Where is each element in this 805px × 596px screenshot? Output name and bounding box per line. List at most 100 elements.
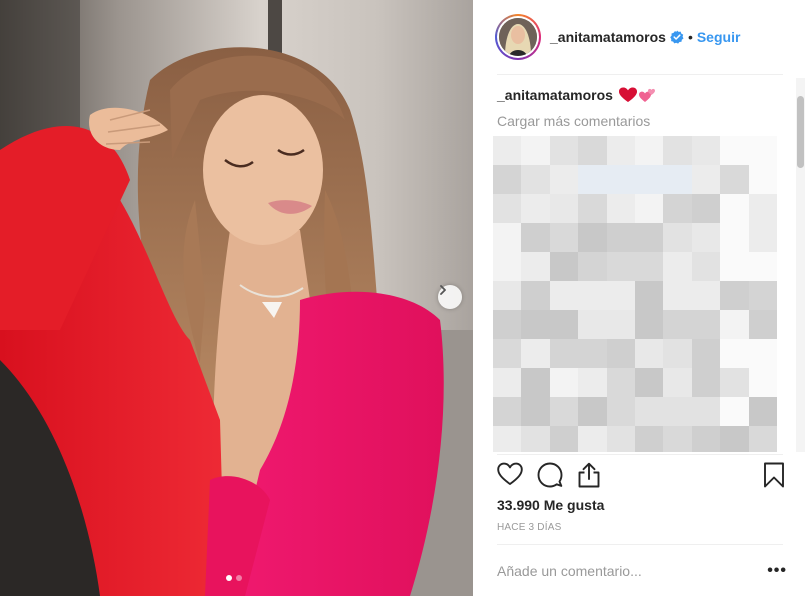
post-photo[interactable]: [0, 0, 473, 596]
pixel-tile: [493, 426, 522, 452]
pixel-tile: [748, 165, 777, 194]
pixel-tile: [549, 426, 579, 452]
caption-username[interactable]: _anitamatamoros: [497, 87, 613, 103]
avatar: [499, 18, 537, 56]
carousel-next-button[interactable]: [438, 285, 462, 309]
pixel-tile: [578, 368, 607, 397]
pixel-tile: [663, 310, 692, 339]
pixel-tile: [663, 252, 692, 281]
pixel-tile: [634, 339, 664, 368]
avatar-image: [499, 18, 537, 56]
pixel-tile: [748, 310, 777, 339]
red-heart-icon: [618, 87, 637, 102]
pixel-tile: [634, 368, 664, 397]
post-side-panel: _anitamatamoros • Seguir _anitamatamoros…: [473, 0, 805, 596]
pixel-tile: [634, 397, 664, 426]
pixel-tile: [549, 281, 579, 310]
pixel-tile: [549, 339, 579, 368]
scrollbar-thumb[interactable]: [797, 96, 804, 168]
load-more-comments-button[interactable]: Cargar más comentarios: [497, 113, 650, 129]
pixel-tile: [720, 339, 749, 368]
pixel-tile: [606, 281, 635, 310]
pixel-tile: [691, 339, 721, 368]
pixel-tile: [663, 281, 692, 310]
pixel-tile: [748, 252, 777, 281]
add-comment-row: •••: [497, 562, 787, 580]
heart-outline-icon: [497, 462, 523, 485]
likes-count[interactable]: 33.990 Me gusta: [497, 497, 604, 513]
pixel-tile: [748, 223, 777, 252]
pixel-tile: [521, 223, 550, 252]
more-options-button[interactable]: •••: [767, 563, 787, 579]
share-button[interactable]: [577, 462, 601, 493]
pixel-tile: [691, 194, 721, 223]
pixel-tile: [493, 194, 522, 223]
pixel-tile: [549, 368, 579, 397]
comments-scrollbar[interactable]: [796, 78, 805, 452]
pixel-tile: [521, 310, 550, 339]
pixel-tile: [634, 310, 664, 339]
pixel-tile: [578, 397, 607, 426]
pixel-tile: [521, 281, 550, 310]
pixel-tile: [493, 252, 522, 281]
pixel-tile: [521, 339, 550, 368]
pixel-tile: [606, 223, 635, 252]
pixel-tile: [578, 136, 607, 165]
pixel-tile: [634, 281, 664, 310]
pixel-tile: [549, 252, 579, 281]
pixel-tile: [748, 368, 777, 397]
pixel-tile: [493, 165, 522, 194]
post-timestamp[interactable]: HACE 3 DÍAS: [497, 522, 561, 533]
pixel-tile: [634, 136, 664, 165]
pixel-tile: [720, 426, 749, 452]
pixel-tile: [521, 368, 550, 397]
pixel-tile: [748, 397, 777, 426]
pixel-tile: [663, 194, 692, 223]
pixel-tile: [549, 223, 579, 252]
pixel-tile: [691, 252, 721, 281]
add-comment-input[interactable]: [497, 563, 747, 579]
pixel-tile: [691, 223, 721, 252]
share-upload-icon: [578, 462, 600, 488]
pixel-tile: [748, 136, 777, 165]
pixel-tile: [549, 136, 579, 165]
pixel-tile: [663, 339, 692, 368]
pixelated-comments: [493, 136, 777, 452]
verified-badge-icon: [670, 30, 684, 44]
like-button[interactable]: [497, 462, 523, 491]
pixel-tile: [521, 136, 550, 165]
header-divider: [497, 74, 783, 75]
pixel-tile: [493, 223, 522, 252]
pixel-tile: [606, 165, 635, 194]
carousel-dot: [236, 575, 242, 581]
comment-button[interactable]: [537, 462, 563, 493]
pixel-tile: [521, 426, 550, 452]
pixel-tile: [493, 397, 522, 426]
pixel-tile: [606, 252, 635, 281]
follow-button[interactable]: Seguir: [697, 29, 741, 45]
pixel-tile: [748, 194, 777, 223]
pixel-tile: [720, 165, 749, 194]
bookmark-icon: [764, 462, 784, 488]
pixel-tile: [691, 426, 721, 452]
pixel-tile: [634, 252, 664, 281]
save-button[interactable]: [763, 462, 785, 493]
carousel-dot-active: [226, 575, 232, 581]
pixel-tile: [663, 165, 692, 194]
chevron-right-icon: [440, 285, 446, 295]
pixel-tile: [521, 252, 550, 281]
pixel-tile: [663, 136, 692, 165]
pixel-tile: [578, 165, 607, 194]
pixel-tile: [521, 397, 550, 426]
pixel-tile: [549, 310, 579, 339]
pixel-tile: [691, 397, 721, 426]
avatar-story-ring[interactable]: [495, 14, 541, 60]
speech-bubble-icon: [537, 462, 563, 488]
pixel-tile: [720, 252, 749, 281]
pixel-tile: [663, 223, 692, 252]
pixel-tile: [634, 194, 664, 223]
post-author-username[interactable]: _anitamatamoros: [550, 29, 666, 45]
pixel-tile: [720, 223, 749, 252]
pixel-tile: [606, 339, 635, 368]
pixel-tile: [606, 194, 635, 223]
